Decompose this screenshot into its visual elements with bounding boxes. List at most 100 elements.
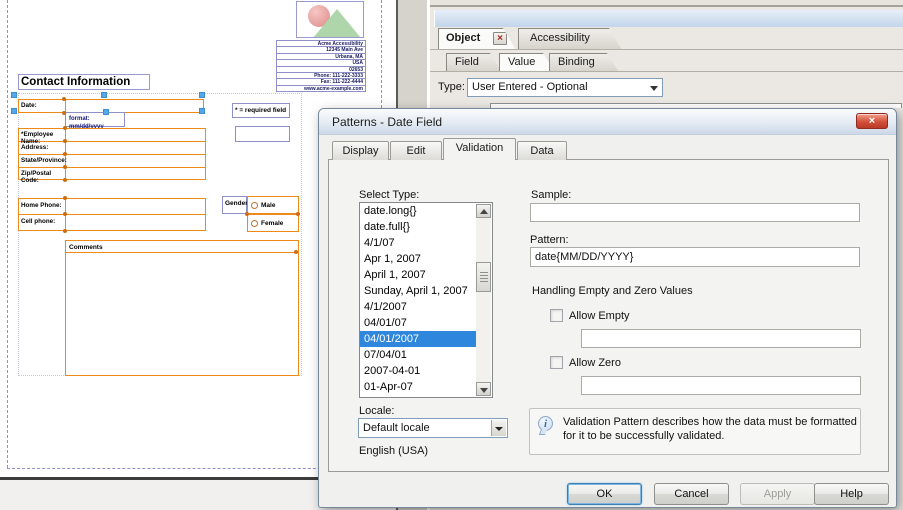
allow-zero-checkbox[interactable]	[550, 356, 563, 369]
dropdown-value: Default locale	[363, 422, 430, 434]
grid-junction-dot	[294, 250, 298, 254]
required-field-note[interactable]: * = required field	[232, 103, 290, 118]
grid-junction-dot	[296, 212, 300, 216]
date-format-note[interactable]: format: mm/dd/yyyy	[65, 112, 125, 127]
select-type-label: Select Type:	[359, 189, 419, 201]
gender-female-option[interactable]: Female	[247, 214, 299, 232]
list-item[interactable]: 07/04/01	[360, 347, 477, 363]
tab-validation[interactable]: Validation	[443, 138, 516, 160]
type-label: Type:	[438, 81, 465, 93]
dialog-titlebar[interactable]: Patterns - Date Field ×	[319, 109, 896, 135]
radio-label: Male	[261, 201, 275, 210]
grid-junction-dot	[63, 152, 67, 156]
tab-label: Accessibility	[530, 32, 590, 44]
list-item[interactable]: 01-Apr-07	[360, 379, 477, 395]
form-heading[interactable]: Contact Information	[18, 74, 150, 90]
tab-object[interactable]: Object ×	[438, 28, 516, 50]
tab-display[interactable]: Display	[332, 141, 389, 160]
selection-handle[interactable]	[199, 92, 205, 98]
page-border-left	[7, 0, 8, 468]
gender-male-option[interactable]: Male	[247, 196, 299, 214]
palette-header-band[interactable]	[434, 10, 903, 27]
application-window: Acme Accessibility 12345 Main Ave Urbana…	[0, 0, 903, 510]
comments-field[interactable]: Comments	[65, 240, 299, 376]
patterns-dialog: Patterns - Date Field × Display Edit Val…	[318, 108, 897, 508]
pattern-input[interactable]: date{MM/DD/YYYY}	[530, 247, 860, 267]
cancel-button[interactable]: Cancel	[654, 483, 729, 505]
tab-field[interactable]: Field	[446, 53, 502, 72]
allow-empty-input[interactable]	[581, 329, 861, 348]
zip-postal-field[interactable]: Zip/Postal Code:	[19, 168, 205, 179]
close-icon[interactable]: ×	[856, 113, 888, 129]
allow-zero-input[interactable]	[581, 376, 861, 395]
allow-empty-label: Allow Empty	[569, 310, 630, 322]
validation-info-box: i Validation Pattern describes how the d…	[529, 408, 861, 455]
field-label: State/Province:	[19, 155, 66, 167]
list-item[interactable]: 04/01/07	[360, 315, 477, 331]
logo-triangle-shape	[313, 9, 361, 38]
tab-edit[interactable]: Edit	[390, 141, 442, 160]
grid-junction-dot	[63, 139, 67, 143]
cell-phone-field[interactable]: Cell phone:	[19, 215, 205, 230]
sample-label: Sample:	[531, 189, 571, 201]
date-field[interactable]: Date:	[18, 99, 204, 113]
selection-handle[interactable]	[199, 108, 205, 114]
type-dropdown[interactable]: User Entered - Optional	[467, 78, 663, 97]
list-item-selected[interactable]: 04/01/2007	[360, 331, 477, 347]
tab-binding[interactable]: Binding	[549, 53, 619, 72]
home-phone-field[interactable]: Home Phone:	[19, 199, 205, 215]
scrollbar-thumb[interactable]	[476, 262, 491, 292]
allow-empty-checkbox[interactable]	[550, 309, 563, 322]
employee-name-field[interactable]: *Employee Name:	[19, 129, 205, 142]
contact-fields-block[interactable]: *Employee Name: Address: State/Province:…	[18, 128, 206, 180]
list-item[interactable]: Apr 1, 2007	[360, 251, 477, 267]
ok-button[interactable]: OK	[567, 483, 642, 505]
tab-data[interactable]: Data	[517, 141, 567, 160]
field-label: Cell phone:	[19, 215, 66, 230]
selection-handle[interactable]	[11, 92, 17, 98]
handling-heading: Handling Empty and Zero Values	[532, 285, 693, 297]
list-item[interactable]: Sunday, April 1, 2007	[360, 283, 477, 299]
palette-top-strip	[430, 0, 903, 7]
locale-label: Locale:	[359, 405, 394, 417]
tab-value[interactable]: Value	[499, 53, 555, 72]
list-item[interactable]: date.full{}	[360, 219, 477, 235]
chevron-down-icon	[495, 427, 503, 431]
selection-handle[interactable]	[103, 109, 109, 115]
address-line: www.acme-example.com	[277, 85, 365, 91]
list-item[interactable]: April 1, 2007	[360, 267, 477, 283]
locale-note: English (USA)	[359, 445, 428, 457]
palette-close-icon[interactable]: ×	[493, 32, 507, 45]
grid-junction-dot	[62, 111, 66, 115]
selection-handle[interactable]	[101, 92, 107, 98]
pattern-type-list[interactable]: date.long{} date.full{} 4/1/07 Apr 1, 20…	[359, 202, 493, 398]
list-item[interactable]: date.long{}	[360, 203, 477, 219]
list-scrollbar[interactable]	[476, 204, 491, 396]
locale-dropdown[interactable]: Default locale	[358, 418, 508, 438]
grid-junction-dot	[245, 212, 249, 216]
selection-handle[interactable]	[11, 108, 17, 114]
phone-fields-block[interactable]: Home Phone: Cell phone:	[18, 198, 206, 231]
grid-junction-dot	[63, 212, 67, 216]
gender-label-box[interactable]: Gender	[222, 196, 247, 214]
grid-junction-dot	[63, 126, 67, 130]
scroll-down-icon[interactable]	[476, 382, 491, 396]
info-text: Validation Pattern describes how the dat…	[563, 415, 859, 443]
company-address-block[interactable]: Acme Accessibility 12345 Main Ave Urbana…	[276, 40, 366, 92]
apply-button[interactable]: Apply	[740, 483, 815, 505]
help-button[interactable]: Help	[814, 483, 889, 505]
female-radio-icon[interactable]	[251, 220, 258, 227]
scroll-up-icon[interactable]	[476, 204, 491, 218]
male-radio-icon[interactable]	[251, 202, 258, 209]
sample-input[interactable]	[530, 203, 860, 222]
list-item[interactable]: 2007-04-01	[360, 363, 477, 379]
list-item[interactable]: 4/1/2007	[360, 299, 477, 315]
list-item[interactable]: 4/1/07	[360, 235, 477, 251]
grid-junction-dot	[63, 196, 67, 200]
dropdown-button[interactable]	[491, 420, 506, 436]
address-field[interactable]: Address:	[19, 142, 205, 155]
empty-static-box[interactable]	[235, 126, 290, 142]
state-province-field[interactable]: State/Province:	[19, 155, 205, 168]
logo-image[interactable]	[296, 1, 364, 38]
tab-accessibility[interactable]: Accessibility	[518, 28, 622, 50]
